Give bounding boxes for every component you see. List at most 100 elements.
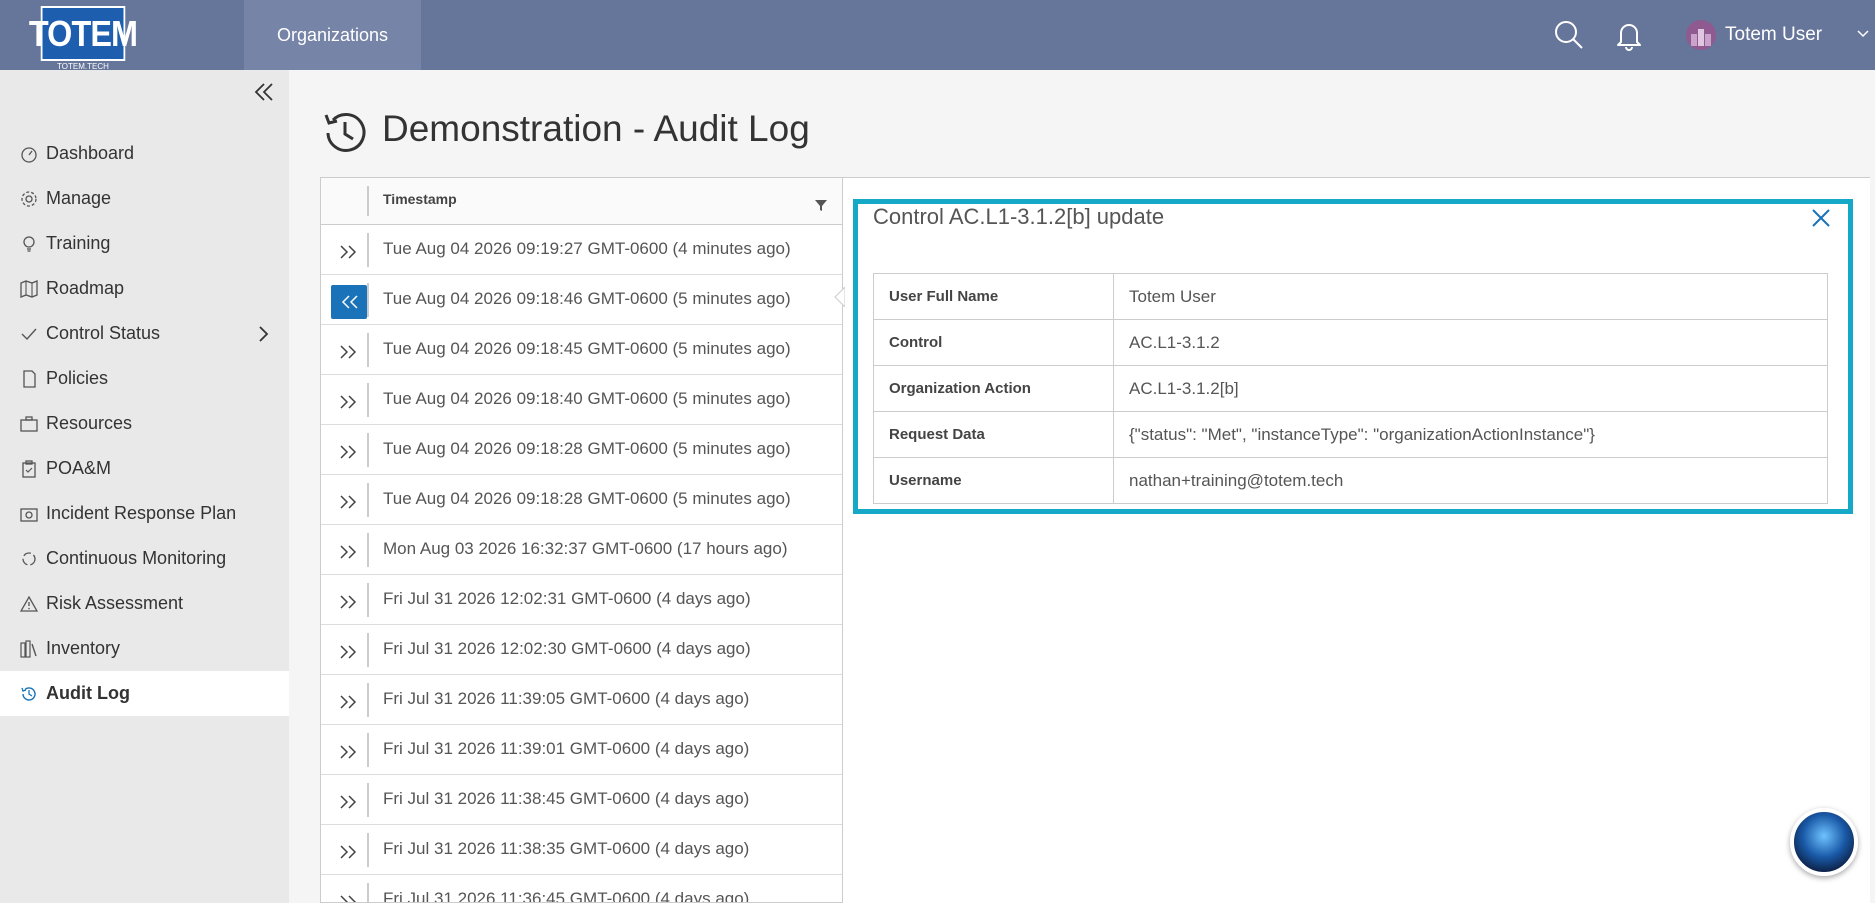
briefcase-icon — [20, 415, 38, 433]
expand-row-icon[interactable] — [331, 235, 367, 269]
expand-row-icon[interactable] — [331, 385, 367, 419]
logo-text: TOTEM — [29, 6, 138, 61]
timestamp-cell: Mon Aug 03 2026 16:32:37 GMT-0600 (17 ho… — [383, 539, 788, 558]
top-header: TOTEM TOTEM.TECH Organizations Totem Use… — [0, 0, 1875, 71]
sidebar-item-audit-log[interactable]: Audit Log — [0, 671, 289, 716]
table-row[interactable]: Tue Aug 04 2026 09:18:28 GMT-0600 (5 min… — [321, 425, 842, 475]
table-row[interactable]: Fri Jul 31 2026 11:38:35 GMT-0600 (4 day… — [321, 825, 842, 875]
chat-launcher-button[interactable] — [1790, 808, 1858, 876]
bell-icon[interactable] — [1612, 18, 1646, 52]
expand-row-icon[interactable] — [331, 835, 367, 869]
row-separator — [367, 233, 369, 267]
sidebar-item-incident-response-plan[interactable]: Incident Response Plan — [0, 491, 289, 536]
timestamp-cell: Tue Aug 04 2026 09:18:40 GMT-0600 (5 min… — [383, 389, 791, 408]
row-separator — [367, 683, 369, 717]
map-icon — [20, 279, 38, 298]
expand-row-icon[interactable] — [331, 335, 367, 369]
timestamp-cell: Fri Jul 31 2026 12:02:31 GMT-0600 (4 day… — [383, 589, 751, 608]
page-title: Demonstration - Audit Log — [382, 108, 810, 149]
table-row[interactable]: Tue Aug 04 2026 09:19:27 GMT-0600 (4 min… — [321, 225, 842, 275]
collapse-row-icon[interactable] — [331, 285, 367, 319]
expand-row-icon[interactable] — [331, 885, 367, 902]
audit-log-grid: Timestamp Tue Aug 04 2026 09:19:27 GMT-0… — [320, 177, 843, 903]
detail-row: Organization Action AC.L1-3.1.2[b] — [873, 365, 1828, 412]
history-icon — [20, 685, 38, 703]
field-key: User Full Name — [873, 273, 1114, 320]
table-row[interactable]: Fri Jul 31 2026 11:39:05 GMT-0600 (4 day… — [321, 675, 842, 725]
sidebar-item-roadmap[interactable]: Roadmap — [0, 266, 289, 311]
close-icon[interactable] — [1810, 207, 1832, 229]
expand-row-icon[interactable] — [331, 435, 367, 469]
sidebar-item-resources[interactable]: Resources — [0, 401, 289, 446]
sidebar-item-risk-assessment[interactable]: Risk Assessment — [0, 581, 289, 626]
column-separator — [367, 186, 369, 216]
row-separator — [367, 733, 369, 767]
field-value: AC.L1-3.1.2 — [1113, 319, 1828, 366]
field-key: Request Data — [873, 411, 1114, 458]
sidebar-item-label: Incident Response Plan — [46, 503, 237, 523]
sidebar-item-manage[interactable]: Manage — [0, 176, 289, 221]
sidebar-item-label: Policies — [46, 368, 109, 388]
field-value: {"status": "Met", "instanceType": "organ… — [1113, 411, 1828, 458]
expand-row-icon[interactable] — [331, 535, 367, 569]
timestamp-cell: Fri Jul 31 2026 11:36:45 GMT-0600 (4 day… — [383, 889, 750, 903]
history-icon — [320, 108, 370, 158]
field-value: AC.L1-3.1.2[b] — [1113, 365, 1828, 412]
grid-header: Timestamp — [321, 178, 842, 225]
sidebar-item-label: Risk Assessment — [46, 593, 184, 613]
row-separator — [367, 533, 369, 567]
sidebar-item-label: Training — [46, 233, 111, 253]
row-separator — [367, 383, 369, 417]
table-row[interactable]: Tue Aug 04 2026 09:18:28 GMT-0600 (5 min… — [321, 475, 842, 525]
nav-organizations[interactable]: Organizations — [244, 0, 421, 70]
sidebar-item-policies[interactable]: Policies — [0, 356, 289, 401]
expand-row-icon[interactable] — [331, 735, 367, 769]
table-row[interactable]: Fri Jul 31 2026 12:02:31 GMT-0600 (4 day… — [321, 575, 842, 625]
table-row[interactable]: Fri Jul 31 2026 12:02:30 GMT-0600 (4 day… — [321, 625, 842, 675]
sidebar-item-label: Audit Log — [46, 683, 130, 703]
expand-row-icon[interactable] — [331, 585, 367, 619]
table-row[interactable]: Tue Aug 04 2026 09:18:46 GMT-0600 (5 min… — [321, 275, 842, 325]
totem-logo[interactable]: TOTEM TOTEM.TECH — [29, 6, 138, 71]
column-header-timestamp[interactable]: Timestamp — [383, 191, 457, 207]
filter-icon[interactable] — [814, 198, 828, 212]
expand-row-icon[interactable] — [331, 785, 367, 819]
check-icon — [20, 325, 38, 343]
lightbulb-icon — [20, 235, 38, 253]
chevron-right-icon[interactable] — [256, 325, 270, 343]
table-row[interactable]: Tue Aug 04 2026 09:18:45 GMT-0600 (5 min… — [321, 325, 842, 375]
detail-row: Request Data {"status": "Met", "instance… — [873, 411, 1828, 458]
table-row[interactable]: Fri Jul 31 2026 11:38:45 GMT-0600 (4 day… — [321, 775, 842, 825]
row-separator — [367, 483, 369, 517]
chevron-down-icon[interactable] — [1856, 27, 1870, 41]
timestamp-cell: Tue Aug 04 2026 09:19:27 GMT-0600 (4 min… — [383, 239, 791, 258]
timestamp-cell: Fri Jul 31 2026 12:02:30 GMT-0600 (4 day… — [383, 639, 751, 658]
sidebar-item-poam[interactable]: POA&M — [0, 446, 289, 491]
sidebar-item-label: Roadmap — [46, 278, 125, 298]
sidebar-item-inventory[interactable]: Inventory — [0, 626, 289, 671]
table-row[interactable]: Tue Aug 04 2026 09:18:40 GMT-0600 (5 min… — [321, 375, 842, 425]
sidebar-item-label: Continuous Monitoring — [46, 548, 227, 568]
timestamp-cell: Fri Jul 31 2026 11:39:01 GMT-0600 (4 day… — [383, 739, 750, 758]
warning-icon — [20, 595, 38, 613]
table-row[interactable]: Fri Jul 31 2026 11:36:45 GMT-0600 (4 day… — [321, 875, 842, 903]
table-row[interactable]: Fri Jul 31 2026 11:39:01 GMT-0600 (4 day… — [321, 725, 842, 775]
sidebar-item-continuous-monitoring[interactable]: Continuous Monitoring — [0, 536, 289, 581]
timestamp-cell: Tue Aug 04 2026 09:18:28 GMT-0600 (5 min… — [383, 489, 791, 508]
expand-row-icon[interactable] — [331, 685, 367, 719]
collapse-sidebar-icon[interactable] — [252, 80, 276, 104]
sidebar-item-training[interactable]: Training — [0, 221, 289, 266]
user-menu[interactable]: Totem User — [1686, 18, 1822, 52]
expand-row-icon[interactable] — [331, 485, 367, 519]
field-value: nathan+training@totem.tech — [1113, 457, 1828, 504]
table-row[interactable]: Mon Aug 03 2026 16:32:37 GMT-0600 (17 ho… — [321, 525, 842, 575]
detail-row: Control AC.L1-3.1.2 — [873, 319, 1828, 366]
row-separator — [367, 833, 369, 867]
field-value: Totem User — [1113, 273, 1828, 320]
expand-row-icon[interactable] — [331, 635, 367, 669]
sidebar-item-control-status[interactable]: Control Status — [0, 311, 289, 356]
search-icon[interactable] — [1552, 18, 1586, 52]
avatar — [1686, 20, 1716, 50]
detail-row: Username nathan+training@totem.tech — [873, 457, 1828, 504]
sidebar-item-dashboard[interactable]: Dashboard — [0, 131, 289, 176]
